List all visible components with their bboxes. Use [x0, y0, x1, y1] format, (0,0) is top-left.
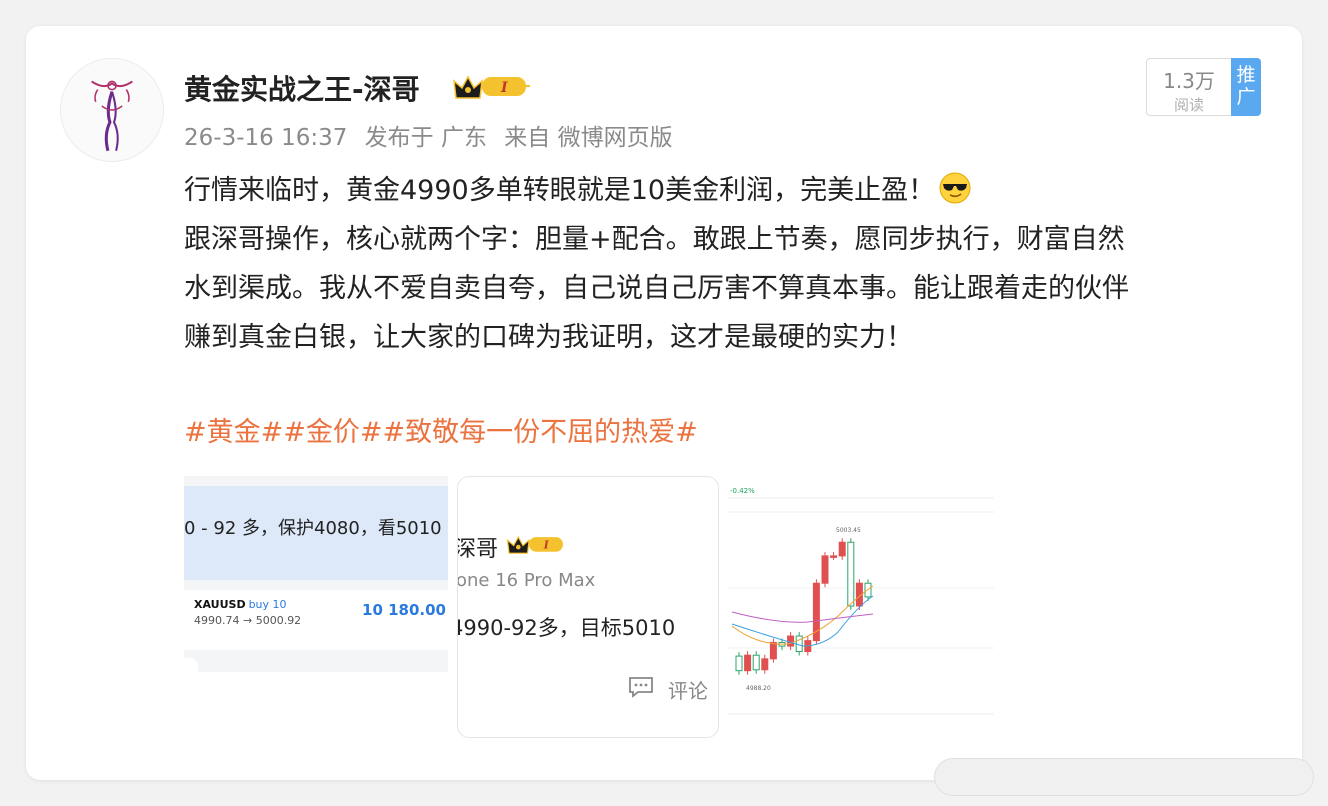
trade-symbol: XAUUSD buy 10: [194, 598, 287, 611]
post-location: 发布于 广东: [364, 125, 487, 151]
image-2-device: one 16 Pro Max: [457, 570, 596, 591]
trade-profit: 10 180.00: [362, 601, 446, 619]
sunglasses-emoji-icon: [939, 172, 971, 204]
chart-change: -0.42%: [730, 487, 755, 495]
image-2-name: 深哥: [457, 537, 499, 562]
read-count-box: 1.3万 阅读: [1146, 58, 1232, 116]
candle: [838, 541, 846, 557]
chart-high-label: 5003.45: [836, 527, 861, 534]
chart-low-label: 4988.20: [746, 685, 771, 692]
trade-symbol-text: XAUUSD: [194, 598, 246, 611]
candle: [787, 635, 795, 647]
post-line: 行情来临时，黄金4990多单转眼就是10美金利润，完美止盈！: [184, 166, 1264, 215]
candle: [769, 641, 777, 660]
image-1-band-text: 0 - 92 多，保护4080，看5010【仅供: [184, 518, 448, 539]
candle: [761, 658, 769, 671]
post-body: 行情来临时，黄金4990多单转眼就是10美金利润，完美止盈！ 跟深哥操作，核心就…: [184, 166, 1264, 362]
comment-label: 评论: [668, 679, 708, 703]
candle: [735, 655, 743, 672]
svg-text:I: I: [500, 80, 508, 96]
comment-icon: [629, 677, 653, 698]
candlestick-chart: -0.42% 5003.45 4988.20: [728, 476, 994, 738]
candle: [821, 555, 829, 584]
vip-crown-badge-icon: I: [506, 535, 563, 554]
image-1-side-pill: [184, 658, 198, 698]
post-line: 水到渠成。我从不爱自卖自夸，自己说自己厉害不算真本事。能让跟着走的伙伴: [184, 273, 1129, 304]
read-label: 阅读: [1173, 96, 1204, 114]
scroll-handle[interactable]: [934, 758, 1314, 796]
image-1-bottom-card: [184, 672, 448, 738]
candle: [830, 555, 838, 558]
hashtag-link[interactable]: #金价#: [283, 417, 382, 448]
post-line: 跟深哥操作，核心就两个字：胆量+配合。敢跟上节奏，愿同步执行，财富自然: [184, 224, 1125, 255]
avatar-logo-icon: [91, 80, 133, 152]
candle: [847, 541, 855, 607]
candle: [752, 654, 760, 671]
trade-prices: 4990.74 → 5000.92: [194, 614, 302, 627]
hashtag-link[interactable]: #黄金#: [184, 417, 283, 448]
image-2-quote: 4990-92多，目标5010: [457, 616, 676, 640]
promote-tag[interactable]: 推广: [1231, 58, 1261, 116]
user-avatar[interactable]: [60, 58, 164, 162]
post-time[interactable]: 26-3-16 16:37: [184, 125, 347, 151]
post-image-2[interactable]: 深哥 I one 16 Pro Max 4990-92多，目标5010 评论: [457, 476, 719, 738]
post-meta: 26-3-16 16:37 发布于 广东 来自 微博网页版: [184, 118, 683, 152]
svg-text:I: I: [543, 539, 550, 552]
read-count: 1.3万: [1163, 69, 1215, 93]
candle: [744, 654, 752, 672]
vip-crown-badge-icon[interactable]: I: [452, 71, 530, 101]
post-image-1[interactable]: 0 - 92 多，保护4080，看5010【仅供 XAUUSDbuy 10 49…: [184, 476, 448, 738]
post-source: 来自 微博网页版: [504, 125, 673, 151]
trade-side: buy 10: [248, 598, 287, 611]
post-line-text: 行情来临时，黄金4990多单转眼就是10美金利润，完美止盈！: [184, 175, 936, 206]
hashtag-link[interactable]: #致敬每一份不屈的热爱#: [383, 417, 698, 448]
post-image-3[interactable]: -0.42% 5003.45 4988.20: [728, 476, 994, 738]
username[interactable]: 黄金实战之王-深哥: [184, 68, 420, 108]
hashtag-row: #黄金##金价##致敬每一份不屈的热爱#: [184, 410, 698, 449]
post-line: 赚到真金白银，让大家的口碑为我证明，这才是最硬的实力！: [184, 322, 913, 353]
